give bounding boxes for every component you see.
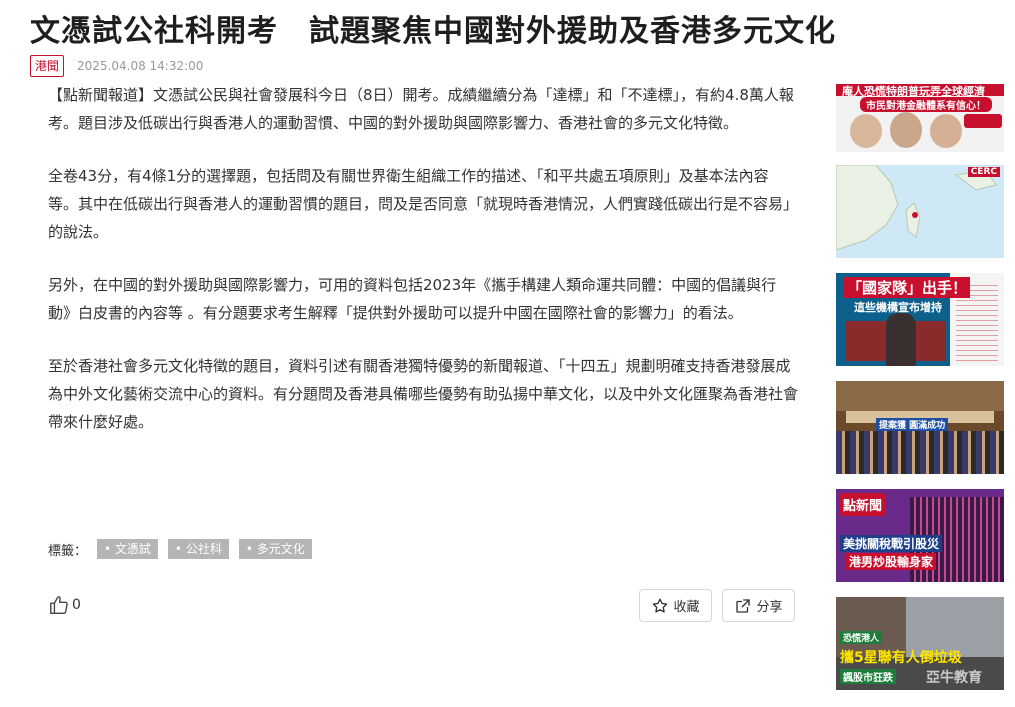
paragraph-4: 至於香港社會多元文化特徵的題目，資料引述有關香港獨特優勢的新聞報道、「十四五」規… <box>48 357 799 431</box>
category-tag[interactable]: 港聞 <box>30 55 65 77</box>
share-button[interactable]: 分享 <box>722 589 795 622</box>
article-title: 文憑試公社科開考 試題聚焦中國對外援助及香港多元文化 <box>30 14 836 49</box>
thumb-caption: 港男炒股輸身家 <box>846 553 937 570</box>
thumb-caption: 市民對港金融體系有信心！ <box>860 97 992 112</box>
tag-chip[interactable]: • 多元文化 <box>238 539 312 559</box>
paragraph-1: 【點新聞報道】文憑試公民與社會發展科今日（8日）開考。成績繼續分為「達標」和「不… <box>48 86 794 132</box>
tags-row: 標籤： • 文憑試 • 公社科 • 多元文化 <box>48 539 312 559</box>
tags-label: 標籤： <box>48 543 88 559</box>
thumb-caption: 諷股市狂跌 <box>840 669 896 684</box>
like-count: 0 <box>72 597 81 613</box>
thumb-caption: 點新聞 <box>840 493 886 516</box>
thumbs-up-icon <box>50 596 68 614</box>
thumb-caption: CERC <box>967 167 1000 177</box>
thumb-caption: 攜5星聯有人倒垃圾 <box>840 650 962 666</box>
favorite-label: 收藏 <box>673 600 700 615</box>
tag-chip[interactable]: • 文憑試 <box>97 539 158 559</box>
favorite-button[interactable]: 收藏 <box>639 589 712 622</box>
related-thumbnail[interactable]: 提案獲 圓滿成功 <box>836 381 1004 474</box>
article-meta: 港聞 2025.04.08 14:32:00 <box>30 55 203 77</box>
watermark: 亞牛教育 <box>926 670 982 686</box>
share-label: 分享 <box>756 600 783 615</box>
publish-datetime: 2025.04.08 14:32:00 <box>77 59 204 73</box>
related-thumbnail[interactable]: 庵人恐慌特朗普玩弄全球經濟 市民對港金融體系有信心！ <box>836 84 1004 152</box>
paragraph-2: 全卷43分，有4條1分的選擇題，包括問及有關世界衛生組織工作的描述、「和平共處五… <box>48 167 799 241</box>
article-body: 【點新聞報道】文憑試公民與社會發展科今日（8日）開考。成績繼續分為「達標」和「不… <box>48 84 798 461</box>
share-icon <box>736 598 751 613</box>
thumb-caption: 恐慌港人 <box>840 631 883 644</box>
like-button[interactable]: 0 <box>48 594 81 616</box>
related-thumbnail[interactable]: CERC <box>836 165 1004 258</box>
thumb-caption: 美挑關稅戰引股災 <box>840 535 943 552</box>
related-thumbnail[interactable]: 「國家隊」出手！ 這些機構宣布增持 <box>836 273 1004 366</box>
map-graphic <box>836 165 997 251</box>
paragraph-3: 另外，在中國的對外援助與國際影響力，可用的資料包括2023年《攜手構建人類命運共… <box>48 276 777 322</box>
thumb-caption: 「國家隊」出手！ <box>844 277 971 298</box>
thumb-caption: 提案獲 圓滿成功 <box>876 418 949 431</box>
related-thumbnail[interactable]: 恐慌港人 攜5星聯有人倒垃圾 諷股市狂跌 亞牛教育 <box>836 597 1004 690</box>
related-thumbnail[interactable]: 點新聞 美挑關稅戰引股災 港男炒股輸身家 <box>836 489 1004 582</box>
tag-chip[interactable]: • 公社科 <box>167 539 229 559</box>
star-icon <box>653 598 668 613</box>
